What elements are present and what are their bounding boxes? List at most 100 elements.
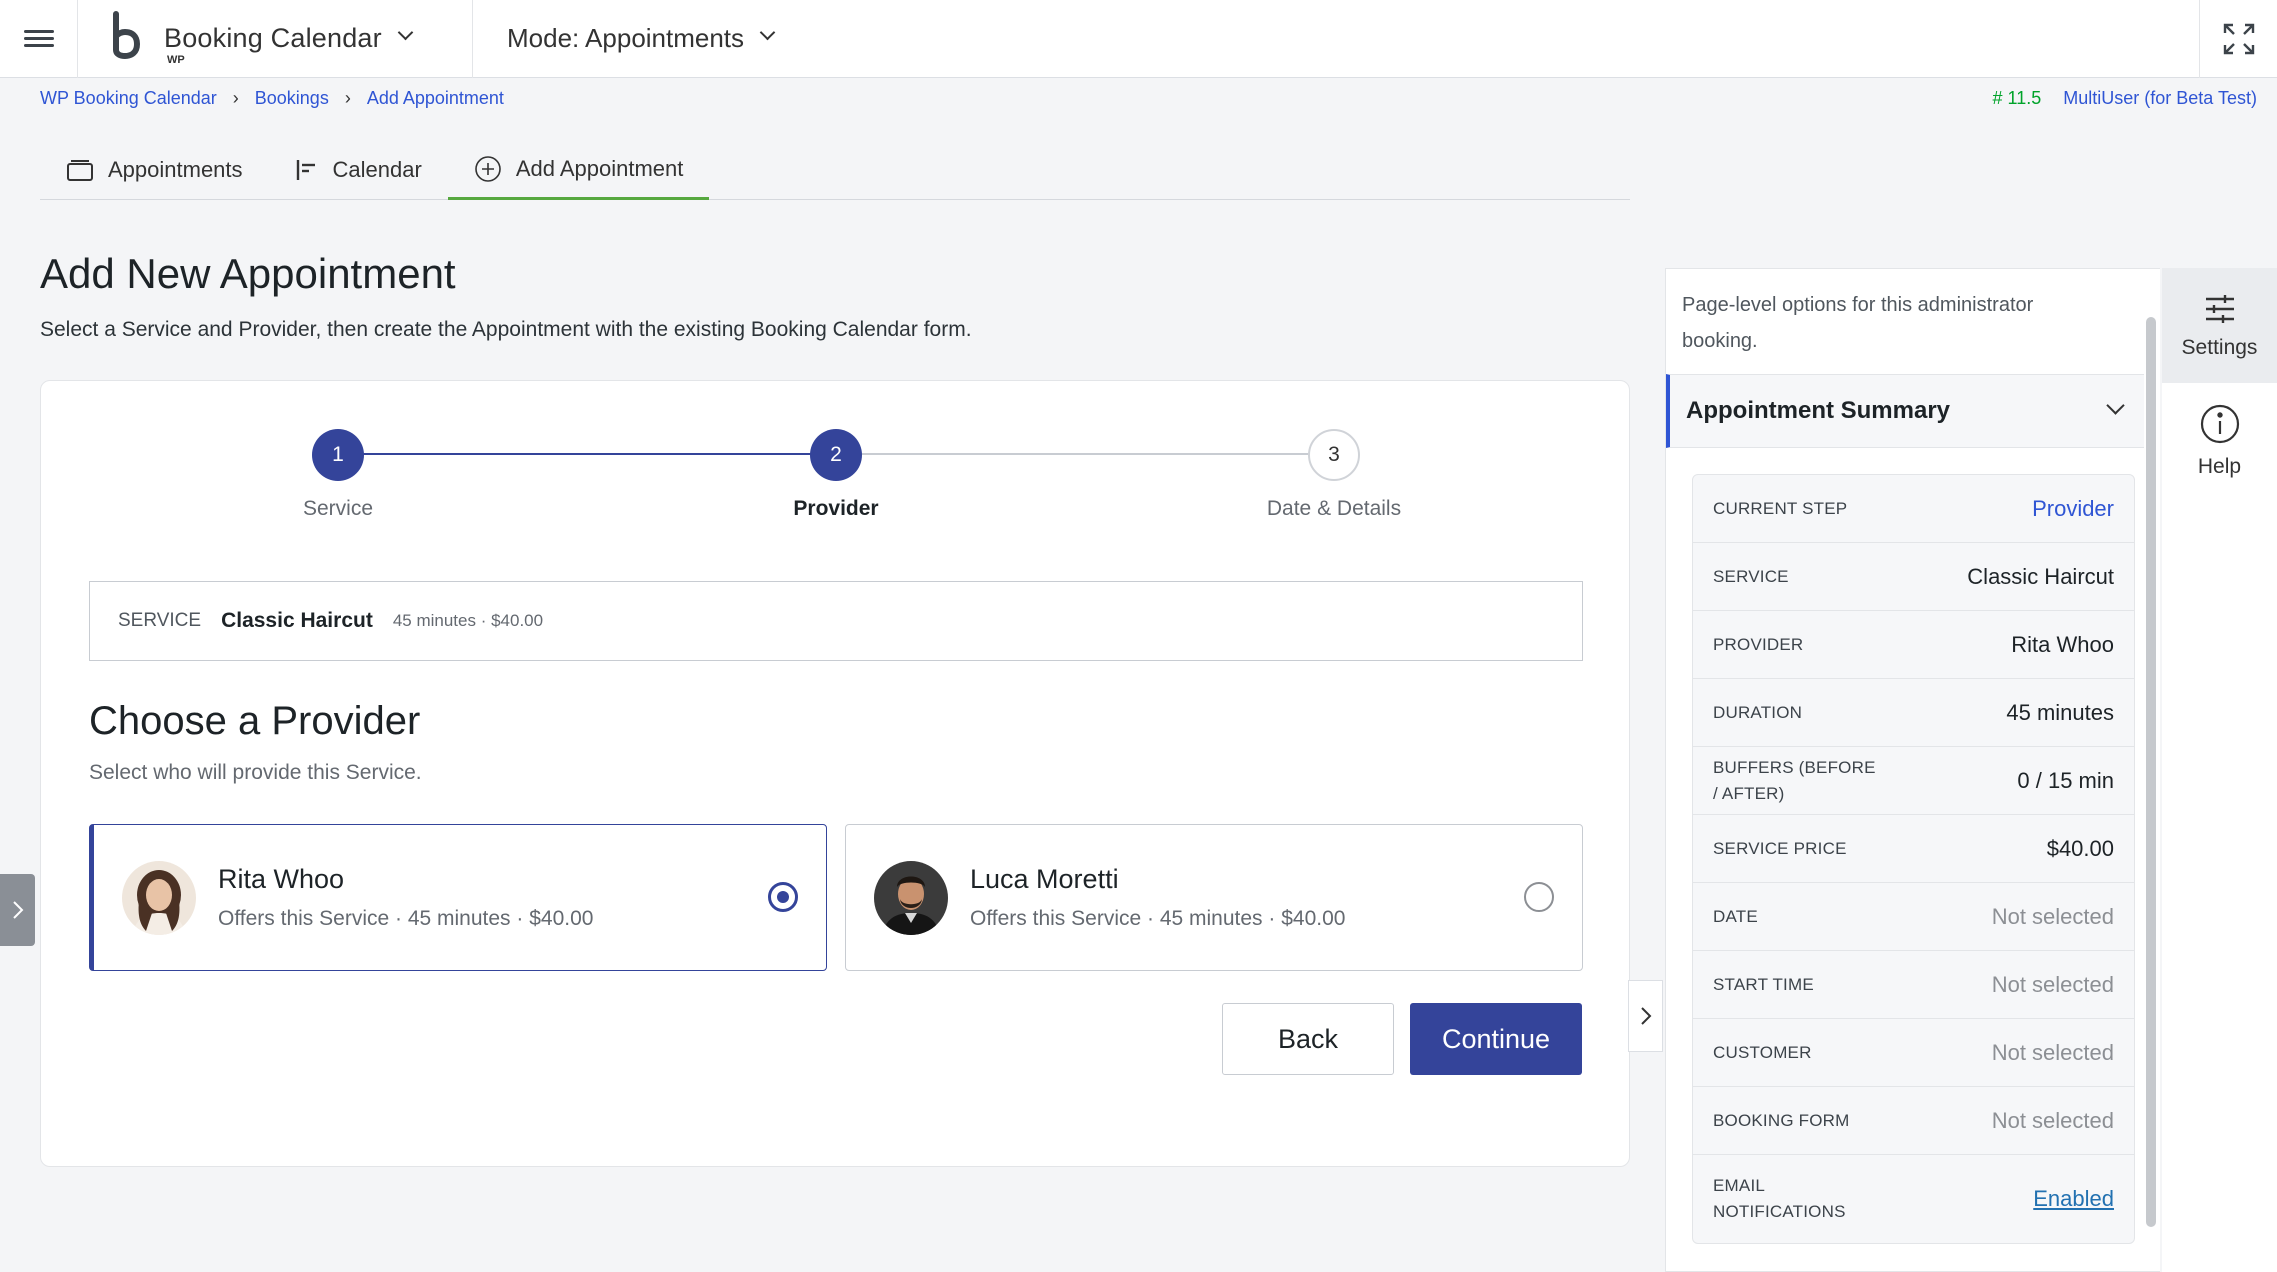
rail-help[interactable]: Help bbox=[2162, 383, 2277, 498]
provider-radio[interactable] bbox=[1524, 882, 1554, 912]
rail-settings[interactable]: Settings bbox=[2162, 268, 2277, 383]
chevron-right-icon bbox=[12, 901, 23, 919]
summary-value: Classic Haircut bbox=[1967, 563, 2114, 589]
booking-calendar-logo-icon bbox=[108, 10, 144, 67]
summary-row: SERVICE Classic Haircut bbox=[1693, 543, 2134, 611]
right-panel-toggle[interactable] bbox=[1628, 980, 1663, 1052]
summary-title: Appointment Summary bbox=[1686, 397, 1951, 424]
info-icon bbox=[2200, 404, 2239, 443]
summary-value: Not selected bbox=[1991, 1107, 2114, 1133]
step-provider[interactable]: 2 Provider bbox=[726, 429, 946, 521]
brand-subtitle: WP bbox=[167, 54, 185, 66]
summary-key: SERVICE bbox=[1713, 566, 1789, 586]
panel-scrollbar[interactable] bbox=[2146, 317, 2156, 1227]
summary-table: CURRENT STEP Provider SERVICE Classic Hairc… bbox=[1692, 474, 2135, 1244]
summary-row: PROVIDER Rita Whoo bbox=[1693, 611, 2134, 679]
brand-switcher[interactable]: Booking Calendar WP bbox=[78, 0, 473, 78]
tray-icon bbox=[67, 160, 93, 181]
expand-icon bbox=[2223, 23, 2254, 55]
summary-row: CUSTOMER Not selected bbox=[1693, 1019, 2134, 1087]
wizard-stepper: 1 Service 2 Provider 3 Date & Details bbox=[41, 429, 1631, 529]
summary-key: CUSTOMER bbox=[1713, 1042, 1812, 1062]
breadcrumb: WP Booking Calendar › Bookings › Add App… bbox=[40, 88, 504, 109]
left-panel-toggle[interactable] bbox=[0, 874, 35, 946]
summary-key: BOOKING FORM bbox=[1713, 1110, 1850, 1130]
summary-row: SERVICE PRICE $40.00 bbox=[1693, 815, 2134, 883]
step-number: 3 bbox=[1308, 429, 1360, 481]
tab-label: Calendar bbox=[332, 157, 422, 182]
tab-appointments[interactable]: Appointments bbox=[40, 140, 269, 200]
summary-row: CURRENT STEP Provider bbox=[1693, 475, 2134, 543]
brand-title: Booking Calendar bbox=[164, 23, 382, 53]
provider-name: Luca Moretti bbox=[970, 864, 1119, 894]
settings-panel: Page-level options for this administrato… bbox=[1665, 268, 2160, 1272]
summary-value: $40.00 bbox=[2046, 835, 2114, 861]
step-label: Provider bbox=[793, 497, 879, 520]
summary-value: 0 / 15 min bbox=[2017, 767, 2114, 793]
appointment-wizard-card: 1 Service 2 Provider 3 Date & Details SE… bbox=[40, 380, 1630, 1167]
tab-label: Add Appointment bbox=[515, 155, 684, 181]
selected-service-box: SERVICE Classic Haircut 45 minutes · $40… bbox=[89, 581, 1583, 661]
step-service[interactable]: 1 Service bbox=[228, 429, 448, 521]
provider-section-title: Choose a Provider bbox=[89, 699, 421, 743]
sliders-icon bbox=[2205, 294, 2234, 323]
right-rail: Settings Help bbox=[2162, 268, 2277, 1272]
panel-note: Page-level options for this administrato… bbox=[1682, 294, 2034, 352]
chevron-down-icon bbox=[397, 24, 414, 41]
summary-value: Not selected bbox=[1991, 971, 2114, 997]
avatar bbox=[122, 860, 196, 935]
provider-option-rita[interactable]: Rita Whoo Offers this Service · 45 minut… bbox=[89, 824, 827, 971]
summary-row: DURATION 45 minutes bbox=[1693, 679, 2134, 747]
mode-switcher[interactable]: Mode: Appointments bbox=[473, 23, 776, 54]
edition-link[interactable]: MultiUser (for Beta Test) bbox=[2063, 88, 2257, 109]
summary-row: BOOKING FORM Not selected bbox=[1693, 1087, 2134, 1155]
mode-label: Mode: Appointments bbox=[507, 23, 745, 53]
provider-radio[interactable] bbox=[768, 882, 798, 912]
service-key: SERVICE bbox=[118, 610, 202, 631]
nav-tabs: Appointments Calendar Add Appointment bbox=[40, 140, 1630, 200]
tab-calendar[interactable]: Calendar bbox=[269, 140, 448, 200]
summary-value[interactable]: Provider bbox=[2032, 496, 2114, 522]
avatar bbox=[874, 860, 948, 935]
fullscreen-button[interactable] bbox=[2199, 0, 2277, 78]
breadcrumb-item[interactable]: WP Booking Calendar bbox=[40, 88, 217, 109]
back-button[interactable]: Back bbox=[1222, 1003, 1394, 1075]
tab-add-appointment[interactable]: Add Appointment bbox=[447, 140, 710, 200]
chevron-right-icon: › bbox=[344, 88, 351, 108]
service-name: Classic Haircut bbox=[221, 609, 373, 632]
summary-row: DATE Not selected bbox=[1693, 883, 2134, 951]
continue-button[interactable]: Continue bbox=[1410, 1003, 1582, 1075]
summary-key: BUFFERS (BEFORE / AFTER) bbox=[1713, 757, 1876, 803]
summary-row: START TIME Not selected bbox=[1693, 951, 2134, 1019]
tab-label: Appointments bbox=[108, 157, 243, 182]
step-number: 1 bbox=[312, 429, 364, 481]
chevron-down-icon bbox=[2106, 396, 2125, 415]
menu-button[interactable] bbox=[0, 0, 78, 78]
summary-key: START TIME bbox=[1713, 974, 1814, 994]
hamburger-icon bbox=[23, 26, 54, 51]
provider-name: Rita Whoo bbox=[218, 864, 345, 894]
timeline-icon bbox=[296, 160, 315, 180]
summary-value: Not selected bbox=[1991, 1039, 2114, 1065]
summary-key: DURATION bbox=[1713, 702, 1803, 722]
summary-value[interactable]: Enabled bbox=[2033, 1186, 2114, 1212]
summary-row: BUFFERS (BEFORE / AFTER) 0 / 15 min bbox=[1693, 747, 2134, 815]
summary-value: Not selected bbox=[1991, 903, 2114, 929]
breadcrumb-item[interactable]: Bookings bbox=[255, 88, 329, 109]
step-number: 2 bbox=[810, 429, 862, 481]
provider-option-luca[interactable]: Luca Moretti Offers this Service · 45 mi… bbox=[845, 824, 1583, 971]
chevron-right-icon: › bbox=[232, 88, 239, 108]
summary-value: 45 minutes bbox=[2006, 699, 2114, 725]
step-date-details[interactable]: 3 Date & Details bbox=[1224, 429, 1444, 521]
breadcrumb-item[interactable]: Add Appointment bbox=[367, 88, 504, 109]
version-number: # 11.5 bbox=[1992, 88, 2042, 108]
chevron-right-icon bbox=[1640, 1007, 1651, 1025]
summary-key: SERVICE PRICE bbox=[1713, 838, 1847, 858]
appointment-summary-header[interactable]: Appointment Summary bbox=[1666, 374, 2144, 448]
page-description: Select a Service and Provider, then crea… bbox=[40, 318, 972, 341]
page-title: Add New Appointment bbox=[40, 250, 456, 297]
plus-circle-icon bbox=[475, 155, 501, 182]
provider-description: Offers this Service · 45 minutes · $40.0… bbox=[970, 907, 1346, 930]
chevron-down-icon bbox=[759, 24, 776, 41]
summary-key: EMAIL NOTIFICATIONS bbox=[1713, 1176, 1846, 1221]
